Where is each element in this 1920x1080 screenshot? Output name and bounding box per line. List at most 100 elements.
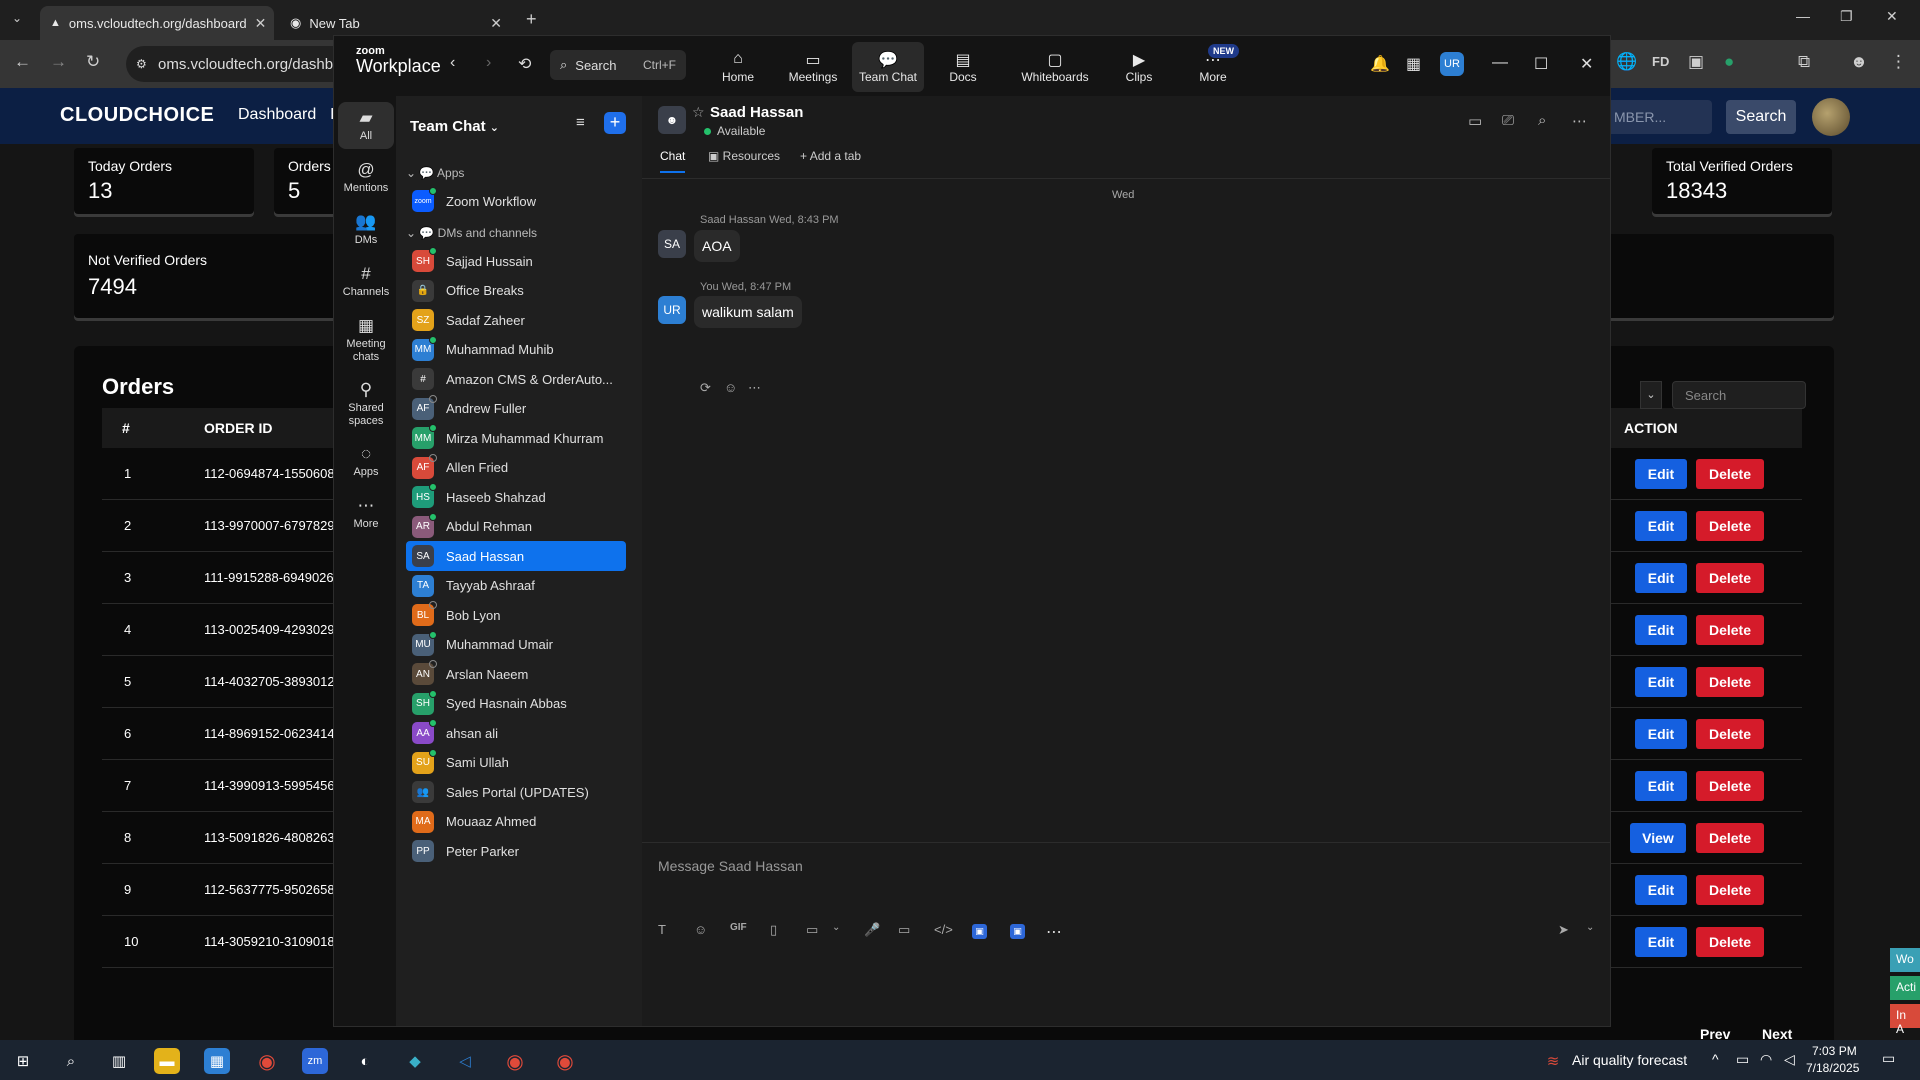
rail-more[interactable]: ⋯ More [338, 496, 394, 531]
rail-dms[interactable]: 👥 DMs [338, 212, 394, 247]
file-icon[interactable]: ▯ [770, 922, 777, 938]
forward-icon[interactable]: → [50, 52, 67, 72]
store-icon[interactable]: ▦ [204, 1048, 230, 1074]
site-search-button[interactable]: Search [1726, 100, 1796, 134]
notification-icon[interactable]: ▭ [1882, 1050, 1895, 1067]
chat-list-item[interactable]: AF Andrew Fuller [406, 394, 626, 424]
edit-button[interactable]: Edit [1635, 511, 1687, 541]
site-info-icon[interactable]: ⚙ [136, 57, 147, 71]
calendar-icon[interactable]: ▦ [1406, 54, 1421, 74]
new-tab-icon[interactable]: + [526, 9, 537, 30]
file-explorer-icon[interactable]: ▬ [154, 1048, 180, 1074]
rail-channels[interactable]: # Channels [338, 264, 394, 299]
avatar[interactable]: UR [658, 296, 686, 324]
close-tab-icon[interactable]: ✕ [255, 15, 267, 32]
app-icon-2[interactable]: ▣ [1010, 924, 1025, 939]
microphone-icon[interactable]: 🎤 [864, 922, 880, 938]
chrome-profile-icon[interactable]: ◉ [552, 1048, 578, 1074]
avatar[interactable]: ☻ [658, 106, 686, 134]
edit-button[interactable]: Edit [1635, 563, 1687, 593]
clock-time[interactable]: 7:03 PM [1812, 1044, 1857, 1058]
message-bubble[interactable]: AOA [694, 230, 740, 262]
screen-share-icon[interactable]: ⎚ [1502, 112, 1514, 129]
chat-list-item[interactable]: SU Sami Ullah [406, 748, 626, 778]
emoji-icon[interactable]: ☺ [694, 922, 707, 937]
nav-clips[interactable]: ▶ Clips [1103, 42, 1175, 92]
section-apps[interactable]: ⌄ 💬 Apps [406, 166, 464, 180]
edit-button[interactable]: Edit [1635, 667, 1687, 697]
tray-chevron-icon[interactable]: ^ [1712, 1051, 1719, 1067]
extension-green-icon[interactable]: ● [1724, 52, 1734, 72]
delete-button[interactable]: Delete [1696, 459, 1764, 489]
delete-button[interactable]: Delete [1696, 615, 1764, 645]
delete-button[interactable]: Delete [1696, 511, 1764, 541]
chat-list-item[interactable]: MU Muhammad Umair [406, 630, 626, 660]
extension-image-icon[interactable]: ▣ [1688, 52, 1704, 72]
site-search-input[interactable]: MBER... [1602, 100, 1712, 134]
list-title[interactable]: Team Chat ⌄ [410, 118, 499, 135]
tab-resources[interactable]: ▣ Resources [708, 149, 780, 163]
chat-list-item[interactable]: 👥 Sales Portal (UPDATES) [406, 777, 626, 807]
chrome-icon[interactable]: ◉ [254, 1048, 280, 1074]
view-button[interactable]: View [1630, 823, 1686, 853]
close-tab-icon[interactable]: ✕ [490, 15, 502, 32]
back-icon[interactable]: ← [14, 52, 31, 72]
chat-list-item[interactable]: 🔒 Office Breaks [406, 276, 626, 306]
vscode-icon[interactable]: ◁ [452, 1048, 478, 1074]
nav-docs[interactable]: ▤ Docs [927, 42, 999, 92]
avatar[interactable] [1812, 98, 1850, 136]
chevron-down-icon[interactable]: ⌄ [832, 922, 840, 933]
weather-icon[interactable]: ≋ [1540, 1048, 1566, 1074]
more-icon[interactable]: ⋯ [748, 380, 761, 396]
filter-select[interactable]: ⌄ [1640, 381, 1662, 409]
message-bubble[interactable]: walikum salam [694, 296, 802, 328]
delete-button[interactable]: Delete [1696, 719, 1764, 749]
delete-button[interactable]: Delete [1696, 875, 1764, 905]
avatar[interactable]: UR [1440, 52, 1464, 76]
wifi-icon[interactable]: ◠ [1760, 1051, 1772, 1068]
chat-list-item[interactable]: MM Muhammad Muhib [406, 335, 626, 365]
site-logo[interactable]: CLOUDCHOICE [60, 104, 214, 127]
edit-button[interactable]: Edit [1635, 719, 1687, 749]
chat-list-item[interactable]: AN Arslan Naeem [406, 659, 626, 689]
app-icon[interactable]: ◆ [402, 1048, 428, 1074]
app-icon[interactable]: ◐ [352, 1048, 378, 1074]
tab-list-icon[interactable]: ⌄ [12, 11, 22, 25]
side-badge-active[interactable]: Acti [1890, 976, 1920, 1000]
more-options-icon[interactable]: ⋯ [1572, 112, 1587, 130]
back-icon[interactable]: ‹ [450, 54, 455, 72]
search-icon[interactable]: ⌕ [1538, 112, 1546, 129]
minimize-icon[interactable]: — [1796, 8, 1810, 24]
orders-search-input[interactable]: Search [1672, 381, 1806, 409]
nav-home[interactable]: ⌂ Home [702, 42, 774, 92]
browser-tab-active[interactable]: ▲ oms.vcloudtech.org/dashboard ✕ [40, 6, 274, 40]
video-call-icon[interactable]: ▭ [1468, 112, 1482, 130]
gif-icon[interactable]: GIF [730, 922, 747, 933]
reply-icon[interactable]: ⟳ [700, 380, 711, 396]
extension-fd-icon[interactable]: FD [1652, 54, 1669, 69]
rail-all[interactable]: ▰ All [338, 102, 394, 149]
close-icon[interactable]: ✕ [1580, 54, 1593, 74]
delete-button[interactable]: Delete [1696, 771, 1764, 801]
chat-list-item[interactable]: TA Tayyab Ashraaf [406, 571, 626, 601]
chat-list-item[interactable]: BL Bob Lyon [406, 600, 626, 630]
chat-list-item[interactable]: SZ Sadaf Zaheer [406, 305, 626, 335]
extension-puzzle-icon[interactable]: ⧉ [1798, 52, 1810, 72]
app-item[interactable]: zoom Zoom Workflow [406, 186, 626, 216]
chat-list-item[interactable]: MM Mirza Muhammad Khurram [406, 423, 626, 453]
url-field[interactable]: ⚙ oms.vcloudtech.org/dashbo [126, 46, 366, 82]
nav-whiteboards[interactable]: ▢ Whiteboards [1012, 42, 1098, 92]
new-chat-button[interactable]: + [604, 112, 626, 134]
edit-button[interactable]: Edit [1635, 459, 1687, 489]
task-view-icon[interactable]: ▥ [106, 1048, 132, 1074]
app-icon-1[interactable]: ▣ [972, 924, 987, 939]
nav-dashboard[interactable]: Dashboard [238, 106, 316, 124]
tab-chat[interactable]: Chat [660, 149, 686, 173]
chat-list-item[interactable]: AA ahsan ali [406, 718, 626, 748]
rail-meeting-chats[interactable]: ▦ Meeting chats [338, 316, 394, 363]
tab-add[interactable]: + Add a tab [800, 149, 861, 163]
nav-team-chat[interactable]: 💬 Team Chat [852, 42, 924, 92]
chat-list-item[interactable]: PP Peter Parker [406, 836, 626, 866]
screenshot-icon[interactable]: ▭ [806, 922, 818, 938]
maximize-icon[interactable]: ☐ [1534, 54, 1548, 74]
